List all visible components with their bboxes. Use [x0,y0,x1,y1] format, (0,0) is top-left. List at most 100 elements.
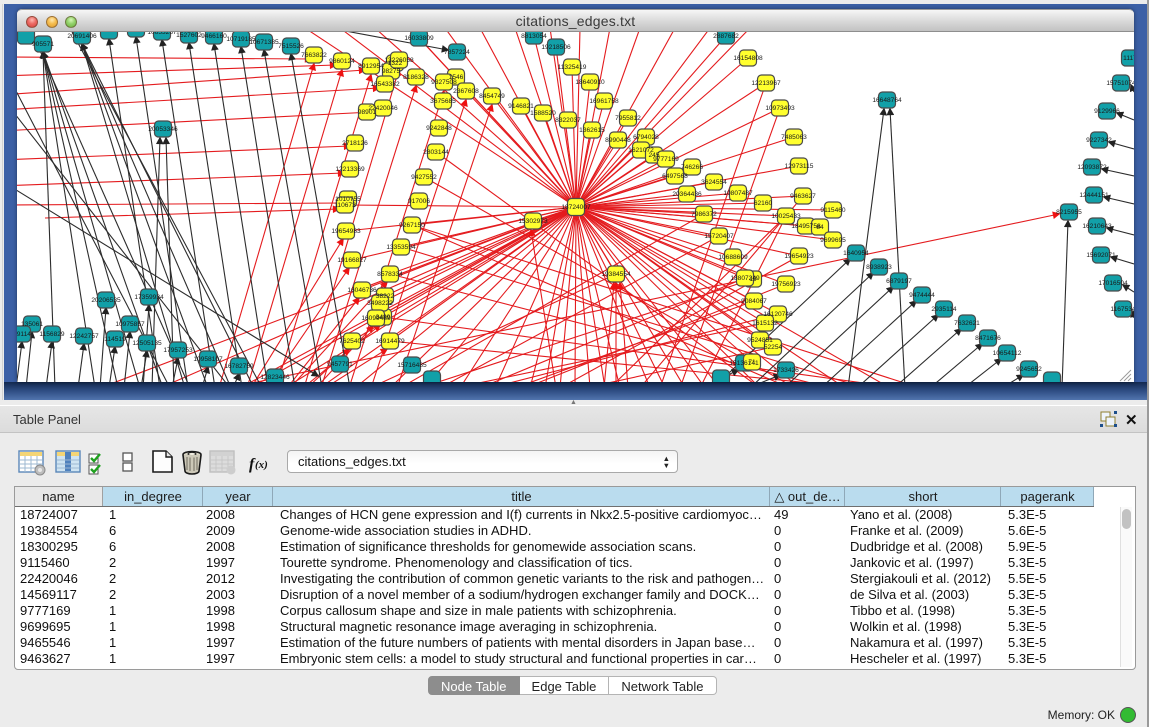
svg-text:1117: 1117 [1123,55,1134,62]
svg-text:10671385: 10671385 [249,39,279,46]
svg-text:16961758: 16961758 [589,98,619,105]
svg-text:12093872: 12093872 [1077,164,1107,171]
svg-text:8186328: 8186328 [403,74,429,81]
svg-text:17957253: 17957253 [163,347,193,354]
svg-text:15751074: 15751074 [1106,80,1134,87]
svg-text:12242757: 12242757 [69,333,99,340]
svg-text:16782759: 16782759 [224,363,254,370]
svg-text:12973115: 12973115 [785,163,814,170]
svg-text:20206535: 20206535 [91,297,121,304]
svg-text:8990448: 8990448 [605,137,631,144]
svg-text:9860124: 9860124 [329,58,355,65]
svg-text:7625402: 7625402 [339,338,365,345]
svg-text:8454749: 8454749 [479,93,505,100]
svg-text:16543382: 16543382 [370,81,400,88]
svg-text:9267150: 9267150 [399,222,425,229]
svg-text:13353594: 13353594 [386,244,416,251]
svg-text:16154808: 16154808 [733,55,763,62]
svg-text:17359934: 17359934 [134,294,164,301]
svg-text:2887682: 2887682 [713,33,739,40]
svg-text:18640910: 18640910 [575,79,605,86]
svg-text:9242848: 9242848 [426,125,452,132]
svg-text:20053346: 20053346 [148,126,178,133]
svg-text:19218506: 19218506 [541,44,571,51]
svg-text:16210643: 16210643 [1082,223,1112,230]
svg-text:7955812: 7955812 [615,115,641,122]
svg-text:8471676: 8471676 [975,335,1001,342]
svg-text:10973493: 10973493 [765,105,795,112]
svg-text:10688609: 10688609 [718,254,748,261]
svg-text:10654112: 10654112 [993,350,1022,357]
svg-text:19166827: 19166827 [337,257,367,264]
svg-text:19654923: 19654923 [784,253,814,260]
svg-text:9777169: 9777169 [653,156,679,163]
svg-text:3624554: 3624554 [701,179,727,186]
svg-text:16648764: 16648764 [872,97,902,104]
svg-text:7857224: 7857224 [444,49,470,56]
svg-text:12444151: 12444151 [1079,192,1109,199]
svg-text:10958107: 10958107 [193,356,223,363]
svg-text:746266: 746266 [681,164,703,171]
svg-text:1588520: 1588520 [530,110,556,117]
svg-text:16046736: 16046736 [347,287,377,294]
svg-text:114519: 114519 [104,336,126,343]
svg-text:12213369: 12213369 [335,166,365,173]
svg-text:1733426: 1733426 [773,367,799,374]
svg-text:135061: 135061 [21,321,43,328]
svg-text:8813054: 8813054 [521,33,547,40]
svg-text:905571: 905571 [32,41,54,48]
svg-text:20691406: 20691406 [67,33,97,40]
svg-text:8938923: 8938923 [866,264,892,271]
svg-text:1527602: 1527602 [176,32,202,39]
svg-text:3498222: 3498222 [367,300,393,307]
svg-text:2367608: 2367608 [453,88,479,95]
svg-text:9146821: 9146821 [508,103,534,110]
svg-text:9129966: 9129966 [1094,108,1120,115]
svg-text:10807487: 10807487 [723,190,753,197]
svg-text:52254: 52254 [764,344,783,351]
svg-text:2935114: 2935114 [931,306,957,313]
svg-text:12823446: 12823446 [260,374,290,381]
svg-text:98901: 98901 [358,109,377,116]
svg-text:9466160: 9466160 [201,33,227,40]
svg-text:16033809: 16033809 [404,35,434,42]
svg-text:1640954: 1640954 [843,250,869,257]
svg-text:38222: 38222 [376,293,395,300]
svg-text:6497568: 6497568 [662,173,688,180]
svg-text:12213967: 12213967 [751,80,781,87]
svg-text:6879197: 6879197 [886,278,912,285]
svg-text:6794028: 6794028 [633,134,659,141]
svg-text:11325419: 11325419 [558,64,587,71]
svg-text:2718126: 2718126 [342,140,368,147]
svg-text:9699695: 9699695 [820,237,846,244]
svg-text:9245652: 9245652 [1016,366,1042,373]
svg-text:12505135: 12505135 [132,340,162,347]
svg-text:9115460: 9115460 [820,207,846,214]
svg-text:8578334: 8578334 [377,271,403,278]
svg-text:9463627: 9463627 [790,193,816,200]
svg-text:16099489: 16099489 [361,315,391,322]
svg-text:(x): (x) [255,459,268,471]
svg-text:1362615: 1362615 [579,127,605,134]
svg-text:7986372: 7986372 [691,211,717,218]
svg-text:19654983: 19654983 [331,228,361,235]
svg-text:19756923: 19756923 [771,281,801,288]
svg-text:16914479: 16914479 [375,338,405,345]
svg-text:19384554: 19384554 [601,271,631,278]
svg-text:62160: 62160 [754,200,773,207]
svg-text:20364436: 20364436 [672,191,702,198]
svg-text:7485063: 7485063 [781,134,807,141]
svg-text:9427552: 9427552 [411,174,437,181]
svg-text:7515526: 7515526 [278,43,304,50]
svg-text:71: 71 [748,359,756,366]
svg-text:9524851: 9524851 [747,337,773,344]
svg-text:917006: 917006 [408,198,430,205]
svg-text:16120746: 16120746 [763,311,793,318]
svg-text:15692071: 15692071 [1086,252,1116,259]
svg-text:17016504: 17016504 [1098,280,1128,287]
svg-text:8322037: 8322037 [555,117,581,124]
svg-text:1156829: 1156829 [39,331,65,338]
svg-text:18807249: 18807249 [730,275,760,282]
svg-text:15716485: 15716485 [397,362,427,369]
svg-text:8912954: 8912954 [358,63,384,70]
